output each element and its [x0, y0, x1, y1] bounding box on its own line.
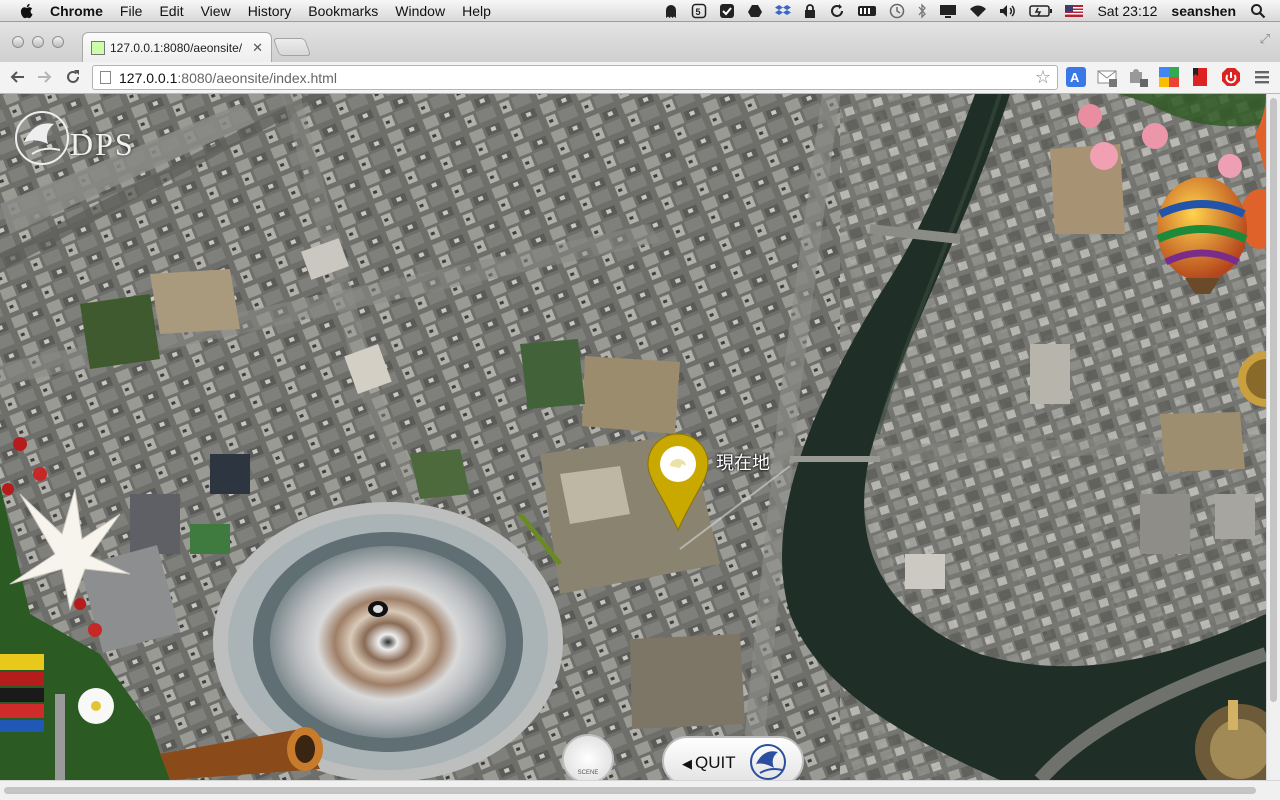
chrome-menu-icon[interactable] [1252, 67, 1272, 87]
dps-emblem-icon [750, 744, 786, 780]
fullscreen-icon[interactable]: ⤢ [1260, 31, 1270, 47]
new-tab-button[interactable] [272, 38, 312, 56]
menu-bookmarks[interactable]: Bookmarks [308, 3, 378, 19]
battery-meter-icon[interactable] [857, 4, 877, 18]
quit-button-label: ◀ QUIT [682, 753, 736, 773]
menu-window[interactable]: Window [395, 3, 445, 19]
reload-icon [67, 70, 79, 83]
forward-arrow-icon [38, 71, 52, 83]
display-icon[interactable] [939, 3, 957, 19]
vertical-scrollbar[interactable] [1266, 94, 1280, 780]
address-bar[interactable]: 127.0.0.1:8080/aeonsite/index.html ☆ [92, 65, 1058, 90]
menu-edit[interactable]: Edit [159, 3, 183, 19]
scene-button-label: SCENE [577, 770, 599, 776]
tab-title: 127.0.0.1:8080/aeonsite/ [110, 40, 243, 55]
bookmark-star-icon[interactable]: ☆ [1035, 67, 1051, 88]
page-icon [100, 71, 111, 84]
bluetooth-icon[interactable] [917, 3, 927, 19]
chrome-tabstrip: 127.0.0.1:8080/aeonsite/ ✕ ⤢ [0, 22, 1280, 62]
puzzle-icon[interactable] [1128, 67, 1148, 87]
status-tray: 5 Sat 23:12 seanshen [651, 0, 1280, 22]
adblock-icon[interactable] [1221, 67, 1241, 87]
address-host: 127.0.0.1 [119, 69, 178, 86]
horizontal-scrollbar[interactable] [0, 780, 1280, 800]
back-arrow-icon [10, 71, 24, 83]
battery-icon[interactable] [1029, 4, 1053, 18]
reload-button[interactable] [62, 66, 84, 88]
horizontal-scroll-thumb[interactable] [4, 787, 1256, 794]
quit-button-text: QUIT [695, 753, 736, 772]
back-button[interactable] [6, 66, 28, 88]
lock-icon[interactable] [803, 3, 817, 19]
apple-logo-icon[interactable] [18, 2, 36, 20]
aerial-map-view[interactable]: DPS 現在地 SCENE ◀ QUIT [0, 94, 1266, 780]
volume-icon[interactable] [999, 3, 1017, 19]
evernote-icon[interactable] [719, 3, 735, 19]
html5-icon[interactable]: 5 [691, 3, 707, 19]
dps-logo-text: DPS [70, 126, 135, 162]
tab-close-icon[interactable]: ✕ [252, 40, 263, 56]
macos-menubar: Chrome File Edit View History Bookmarks … [0, 0, 1280, 22]
scene-button[interactable]: SCENE [562, 734, 614, 780]
wifi-icon[interactable] [969, 3, 987, 19]
time-machine-icon[interactable] [889, 3, 905, 19]
menu-view[interactable]: View [201, 3, 231, 19]
chrome-toolbar: 127.0.0.1:8080/aeonsite/index.html ☆ A [0, 62, 1280, 94]
gmail-icon[interactable] [1097, 67, 1117, 87]
window-minimize-button[interactable] [32, 36, 44, 48]
menu-history[interactable]: History [248, 3, 292, 19]
menu-help[interactable]: Help [462, 3, 491, 19]
dropbox-icon[interactable] [775, 3, 792, 19]
sync-icon[interactable] [829, 3, 845, 19]
vertical-scroll-thumb[interactable] [1270, 98, 1277, 702]
ghost-icon[interactable] [663, 3, 679, 19]
svg-text:A: A [1070, 70, 1080, 85]
svg-text:5: 5 [696, 7, 701, 17]
spotlight-icon[interactable] [1250, 3, 1266, 19]
menubar-clock[interactable]: Sat 23:12 [1097, 3, 1157, 19]
menu-file[interactable]: File [120, 3, 143, 19]
picasa-icon[interactable] [1159, 67, 1179, 87]
translate-icon[interactable]: A [1066, 67, 1086, 87]
menu-app-name[interactable]: Chrome [50, 3, 103, 19]
forward-button[interactable] [34, 66, 56, 88]
window-close-button[interactable] [12, 36, 24, 48]
menubar-user[interactable]: seanshen [1171, 3, 1236, 19]
tab-favicon-icon [91, 40, 105, 55]
current-location-label: 現在地 [716, 453, 770, 473]
browser-tab[interactable]: 127.0.0.1:8080/aeonsite/ ✕ [82, 32, 272, 62]
quit-button[interactable]: ◀ QUIT [662, 736, 804, 780]
bookmark-icon[interactable] [1190, 67, 1210, 87]
window-zoom-button[interactable] [52, 36, 64, 48]
drive-icon[interactable] [747, 3, 763, 19]
address-path: :8080/aeonsite/index.html [177, 69, 337, 86]
us-flag-icon[interactable] [1065, 5, 1084, 17]
aerial-city-image [0, 94, 1266, 780]
back-triangle-icon: ◀ [682, 756, 692, 771]
